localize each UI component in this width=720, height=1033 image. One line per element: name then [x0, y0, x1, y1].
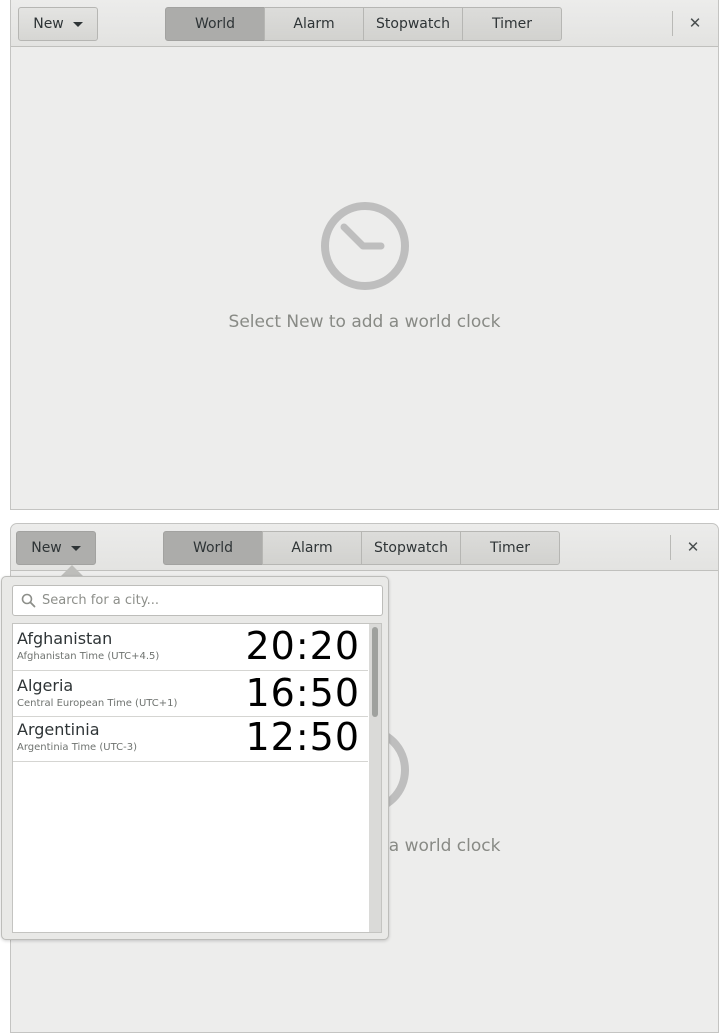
tab-world[interactable]: World — [163, 531, 263, 565]
clocks-window-main: New World Alarm Stopwatch Timer ✕ Select… — [10, 0, 719, 510]
search-icon — [21, 593, 36, 608]
city-timezone: Argentinia Time (UTC-3) — [17, 742, 137, 753]
tab-timer[interactable]: Timer — [460, 531, 560, 565]
city-name: Argentinia — [17, 720, 100, 739]
new-button[interactable]: New — [18, 7, 98, 41]
view-switcher: World Alarm Stopwatch Timer — [165, 7, 562, 41]
dropdown-arrow-icon — [70, 545, 81, 551]
city-search-popover: Afghanistan Afghanistan Time (UTC+4.5) 2… — [1, 576, 389, 940]
header-bar: New World Alarm Stopwatch Timer ✕ — [11, 524, 718, 571]
header-separator — [670, 535, 671, 560]
empty-state-message: Select New to add a world clock — [228, 312, 501, 332]
empty-state: Select New to add a world clock — [11, 200, 718, 332]
city-time: 20:20 — [245, 624, 360, 668]
city-timezone: Central European Time (UTC+1) — [17, 698, 178, 709]
view-switcher: World Alarm Stopwatch Timer — [163, 531, 560, 565]
city-row-argentinia[interactable]: Argentinia Argentinia Time (UTC-3) 12:50 — [13, 715, 368, 762]
city-time: 12:50 — [245, 715, 360, 759]
tab-timer[interactable]: Timer — [462, 7, 562, 41]
city-name: Algeria — [17, 676, 74, 695]
city-list: Afghanistan Afghanistan Time (UTC+4.5) 2… — [12, 623, 382, 933]
dropdown-arrow-icon — [72, 21, 83, 27]
new-button-label: New — [33, 16, 64, 32]
city-list-scrollbar[interactable] — [369, 624, 381, 932]
tab-stopwatch[interactable]: Stopwatch — [361, 531, 461, 565]
close-icon[interactable]: ✕ — [684, 12, 706, 34]
clock-icon — [320, 202, 409, 290]
city-time: 16:50 — [245, 671, 360, 715]
tab-world[interactable]: World — [165, 7, 265, 41]
city-timezone: Afghanistan Time (UTC+4.5) — [17, 651, 160, 662]
new-button-label: New — [31, 540, 62, 556]
city-row-algeria[interactable]: Algeria Central European Time (UTC+1) 16… — [13, 671, 368, 717]
header-bar: New World Alarm Stopwatch Timer ✕ — [11, 0, 718, 47]
city-search-input[interactable] — [42, 593, 362, 608]
new-button[interactable]: New — [16, 531, 96, 565]
close-icon[interactable]: ✕ — [682, 536, 704, 558]
tab-alarm[interactable]: Alarm — [264, 7, 364, 41]
city-name: Afghanistan — [17, 629, 113, 648]
city-search-field[interactable] — [12, 585, 383, 616]
tab-stopwatch[interactable]: Stopwatch — [363, 7, 463, 41]
scrollbar-thumb[interactable] — [372, 627, 378, 717]
city-row-afghanistan[interactable]: Afghanistan Afghanistan Time (UTC+4.5) 2… — [13, 624, 368, 671]
header-separator — [672, 11, 673, 36]
tab-alarm[interactable]: Alarm — [262, 531, 362, 565]
